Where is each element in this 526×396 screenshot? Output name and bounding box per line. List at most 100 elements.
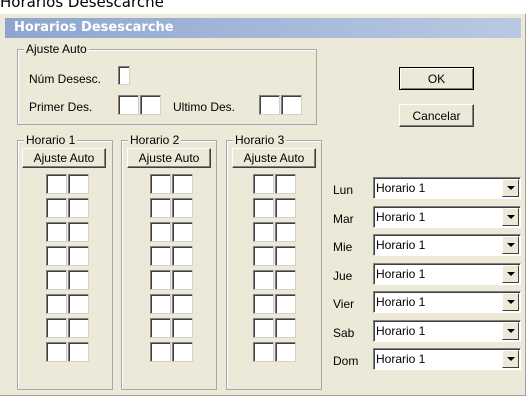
day-horario-value: Horario 1 [376,352,426,366]
horario-3-slot-5-hour-field[interactable] [253,270,274,290]
day-horario-value: Horario 1 [376,267,426,281]
horario-1-slot-1-hour-field[interactable] [46,174,67,194]
cancel-button[interactable]: Cancelar [399,104,474,127]
horario-2-slot-7-hour-field[interactable] [150,318,171,338]
horario-2-slot-6-hour-field[interactable] [150,294,171,314]
chevron-down-icon [507,357,515,361]
horario-3-slot-6-hour-field[interactable] [253,294,274,314]
horario-2-slot-4-hour-field[interactable] [150,246,171,266]
dialog-title: Horarios Desescarche [14,20,174,35]
dropdown-arrow-icon[interactable] [502,208,519,226]
horario-2-slot-5-hour-field[interactable] [150,270,171,290]
dropdown-arrow-icon[interactable] [502,293,519,311]
horario-1-slot-8-minute-field[interactable] [68,342,89,362]
ultimo-des-hour-field[interactable] [259,95,280,115]
horario-3-slot-4-minute-field[interactable] [275,246,296,266]
num-desesc-label: Núm Desesc. [29,72,102,86]
dialog-titlebar[interactable]: Horarios Desescarche [5,18,521,38]
horario-1-slot-4-hour-field[interactable] [46,246,67,266]
horario-3-slot-5-minute-field[interactable] [275,270,296,290]
chevron-down-icon [507,186,515,190]
horario-1-slot-7-minute-field[interactable] [68,318,89,338]
day-horario-value: Horario 1 [376,181,426,195]
horario-3-group: Horario 3 [226,133,322,390]
chevron-down-icon [507,329,515,333]
day-label: Lun [333,183,354,197]
ultimo-des-minute-field[interactable] [281,95,302,115]
horario-1-slot-5-hour-field[interactable] [46,270,67,290]
horario-3-slot-1-hour-field[interactable] [253,174,274,194]
horario-3-slot-3-minute-field[interactable] [275,222,296,242]
num-desesc-field[interactable] [118,66,130,85]
day-label: Jue [333,269,353,283]
horario-2-slot-3-hour-field[interactable] [150,222,171,242]
horario-3-ajuste-auto-button[interactable]: Ajuste Auto [232,148,316,168]
dropdown-arrow-icon[interactable] [502,236,519,254]
day-horario-value: Horario 1 [376,295,426,309]
horario-2-slot-8-minute-field[interactable] [172,342,193,362]
primer-des-label: Primer Des. [29,100,93,114]
horario-2-slot-7-minute-field[interactable] [172,318,193,338]
day-horario-select[interactable]: Horario 1 [373,348,521,370]
horario-2-slot-2-minute-field[interactable] [172,198,193,218]
ok-button[interactable]: OK [399,67,474,90]
horario-3-slot-3-hour-field[interactable] [253,222,274,242]
horario-1-legend: Horario 1 [24,133,78,147]
day-label: Vier [333,297,355,311]
horario-2-slot-4-minute-field[interactable] [172,246,193,266]
horario-1-slot-2-hour-field[interactable] [46,198,67,218]
dropdown-arrow-icon[interactable] [502,350,519,368]
day-label: Mie [333,240,353,254]
horario-3-slot-1-minute-field[interactable] [275,174,296,194]
horario-1-slot-3-minute-field[interactable] [68,222,89,242]
horario-3-slot-8-hour-field[interactable] [253,342,274,362]
day-horario-select[interactable]: Horario 1 [373,263,521,285]
ajuste-auto-legend: Ajuste Auto [24,42,89,56]
ultimo-des-label: Ultimo Des. [173,100,236,114]
horario-1-slot-7-hour-field[interactable] [46,318,67,338]
day-label: Mar [333,212,354,226]
dialog: Horarios Desescarche Ajuste Auto Núm Des… [0,14,526,396]
horario-2-ajuste-auto-button[interactable]: Ajuste Auto [127,148,211,168]
horario-3-slot-8-minute-field[interactable] [275,342,296,362]
horario-2-slot-2-hour-field[interactable] [150,198,171,218]
primer-des-hour-field[interactable] [118,95,139,115]
horario-3-slot-4-hour-field[interactable] [253,246,274,266]
horario-1-slot-2-minute-field[interactable] [68,198,89,218]
day-horario-value: Horario 1 [376,324,426,338]
horario-2-slot-1-minute-field[interactable] [172,174,193,194]
day-horario-value: Horario 1 [376,238,426,252]
horario-2-slot-3-minute-field[interactable] [172,222,193,242]
primer-des-minute-field[interactable] [140,95,161,115]
horario-1-ajuste-auto-button[interactable]: Ajuste Auto [22,148,106,168]
day-horario-select[interactable]: Horario 1 [373,320,521,342]
horario-3-legend: Horario 3 [233,133,287,147]
horario-1-slot-5-minute-field[interactable] [68,270,89,290]
horario-1-slot-3-hour-field[interactable] [46,222,67,242]
horario-2-slot-1-hour-field[interactable] [150,174,171,194]
dropdown-arrow-icon[interactable] [502,322,519,340]
day-horario-select[interactable]: Horario 1 [373,206,521,228]
horario-2-legend: Horario 2 [128,133,182,147]
horario-3-slot-7-hour-field[interactable] [253,318,274,338]
horario-3-slot-2-minute-field[interactable] [275,198,296,218]
horario-3-slot-7-minute-field[interactable] [275,318,296,338]
day-label: Dom [333,354,359,368]
day-horario-select[interactable]: Horario 1 [373,291,521,313]
horario-1-slot-4-minute-field[interactable] [68,246,89,266]
horario-1-slot-6-hour-field[interactable] [46,294,67,314]
horario-1-slot-8-hour-field[interactable] [46,342,67,362]
horario-2-slot-5-minute-field[interactable] [172,270,193,290]
horario-2-slot-8-hour-field[interactable] [150,342,171,362]
horario-1-slot-1-minute-field[interactable] [68,174,89,194]
day-horario-select[interactable]: Horario 1 [373,177,521,199]
horario-3-slot-2-hour-field[interactable] [253,198,274,218]
chevron-down-icon [507,243,515,247]
horario-3-slot-6-minute-field[interactable] [275,294,296,314]
dropdown-arrow-icon[interactable] [502,179,519,197]
chevron-down-icon [507,272,515,276]
day-horario-select[interactable]: Horario 1 [373,234,521,256]
horario-1-slot-6-minute-field[interactable] [68,294,89,314]
horario-2-slot-6-minute-field[interactable] [172,294,193,314]
dropdown-arrow-icon[interactable] [502,265,519,283]
